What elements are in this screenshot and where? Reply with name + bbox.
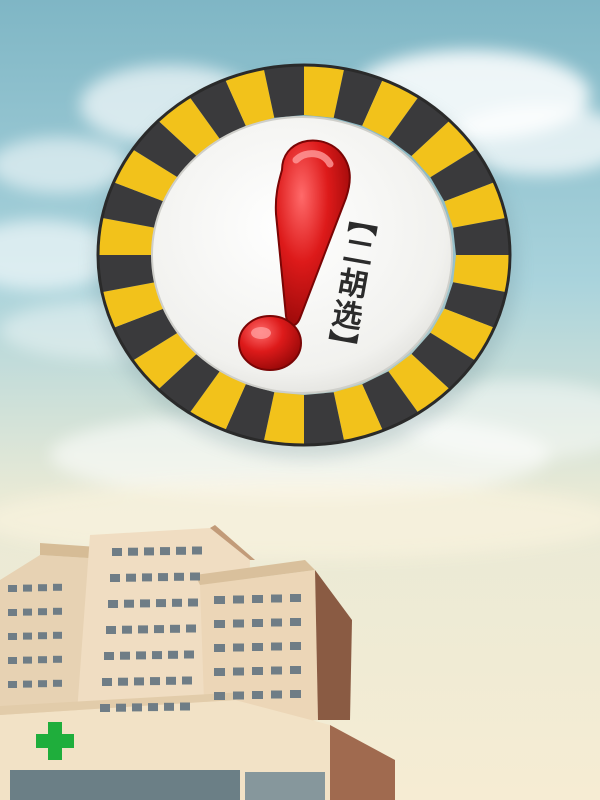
window: [8, 657, 17, 664]
window: [138, 625, 148, 634]
window: [252, 691, 263, 699]
window: [106, 626, 116, 634]
hospital-alert-illustration: 【二胡选】: [0, 0, 600, 800]
window: [53, 679, 62, 687]
window: [154, 625, 164, 634]
window: [112, 548, 122, 556]
window: [38, 632, 47, 640]
window: [180, 702, 190, 711]
window: [124, 599, 134, 608]
window: [184, 650, 194, 659]
window: [23, 680, 32, 688]
window: [182, 676, 192, 685]
window: [158, 573, 168, 582]
window: [166, 676, 176, 685]
window: [214, 668, 225, 676]
window: [142, 573, 152, 582]
window: [214, 644, 225, 652]
window: [186, 624, 196, 633]
window: [176, 546, 186, 555]
window: [23, 584, 32, 592]
window: [8, 609, 17, 616]
window: [252, 619, 263, 627]
window: [174, 572, 184, 581]
window: [233, 691, 244, 700]
window: [53, 607, 62, 615]
window: [53, 631, 62, 639]
window: [53, 655, 62, 663]
window: [172, 598, 182, 607]
window: [214, 692, 225, 700]
window: [8, 681, 17, 688]
window: [23, 656, 32, 664]
window: [271, 666, 282, 675]
window: [122, 625, 132, 634]
window: [168, 650, 178, 659]
window: [233, 619, 244, 628]
window: [290, 666, 301, 674]
window: [271, 618, 282, 627]
window: [136, 651, 146, 660]
window: [233, 595, 244, 604]
window: [110, 574, 120, 582]
window: [38, 584, 47, 592]
window: [116, 703, 126, 712]
window: [252, 643, 263, 651]
window: [190, 572, 200, 581]
window: [233, 667, 244, 676]
window: [290, 618, 301, 626]
window: [132, 703, 142, 712]
window: [100, 704, 110, 712]
window: [170, 624, 180, 633]
window: [8, 585, 17, 592]
window: [102, 678, 112, 686]
window: [108, 600, 118, 608]
window: [134, 677, 144, 686]
window: [192, 546, 202, 555]
window: [140, 599, 150, 608]
window: [152, 651, 162, 660]
window: [53, 583, 62, 591]
window: [271, 594, 282, 603]
illustration-canvas: [0, 0, 600, 800]
window: [188, 598, 198, 607]
window: [38, 608, 47, 616]
window: [150, 677, 160, 686]
window: [214, 620, 225, 628]
window: [128, 547, 138, 556]
window: [290, 690, 301, 698]
window: [156, 599, 166, 608]
window: [118, 677, 128, 686]
window: [148, 703, 158, 712]
window: [160, 547, 170, 556]
window: [271, 642, 282, 651]
window: [120, 651, 130, 660]
window: [252, 667, 263, 675]
window: [8, 633, 17, 640]
window: [23, 632, 32, 640]
window: [104, 652, 114, 660]
window: [290, 594, 301, 602]
window: [252, 595, 263, 603]
window: [164, 702, 174, 711]
window: [23, 608, 32, 616]
window: [271, 690, 282, 699]
window: [233, 643, 244, 652]
window: [38, 656, 47, 664]
window: [38, 680, 47, 688]
window: [290, 642, 301, 650]
window: [214, 596, 225, 604]
window: [144, 547, 154, 556]
window: [126, 573, 136, 582]
